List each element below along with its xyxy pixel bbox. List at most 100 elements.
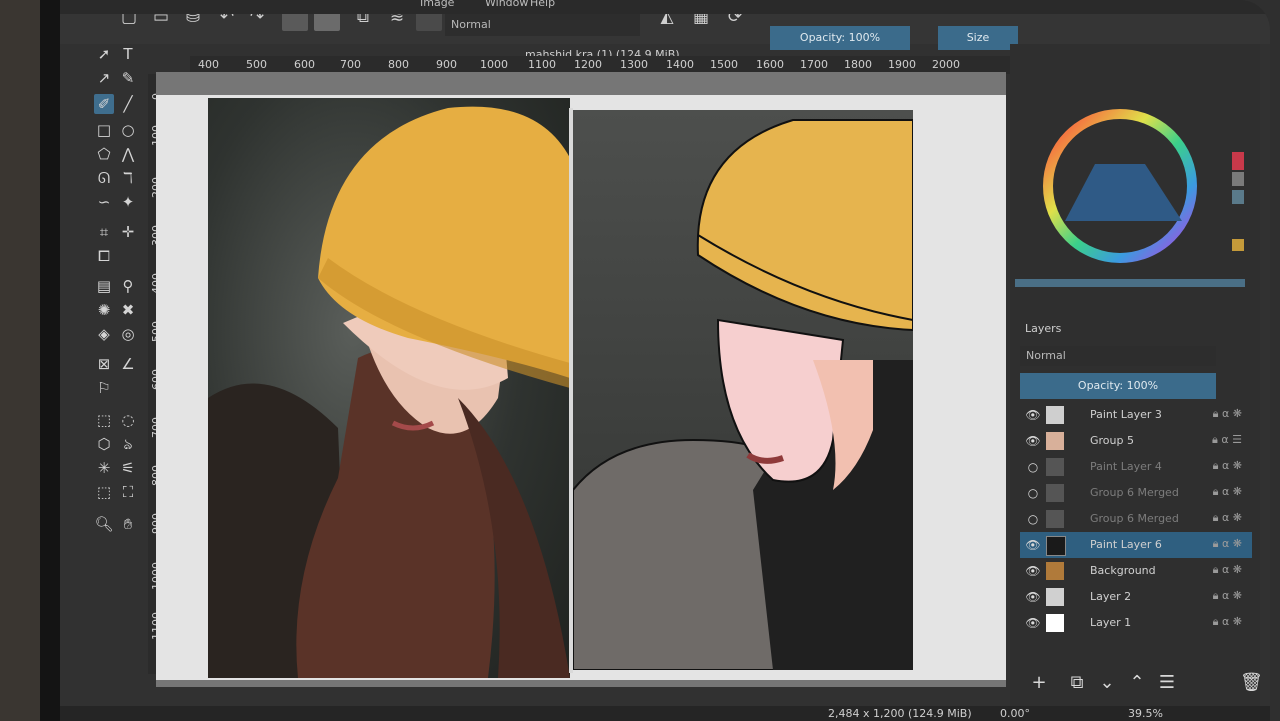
layer-row-selected[interactable]: 👁︎ Paint Layer 6 🔒︎ α ❋ <box>1020 532 1252 558</box>
lock-icon[interactable]: 🔒︎ α ☰ <box>1212 433 1242 447</box>
measure-tool-icon[interactable]: ∠ <box>118 354 138 374</box>
reference-photo <box>208 98 570 678</box>
transform-tool-icon[interactable]: ⧠ <box>94 246 114 266</box>
rectangle-tool-icon[interactable]: □ <box>94 120 114 140</box>
similar-select-icon[interactable]: ⚟ <box>118 458 138 478</box>
select-shapes-icon[interactable]: ➚ <box>94 44 114 64</box>
zoom-tool-icon[interactable]: 🔍︎ <box>94 514 114 534</box>
visibility-eye-icon[interactable]: 👁︎ <box>1025 433 1041 449</box>
move-layer-up-icon[interactable]: ⌃ <box>1126 672 1148 694</box>
rotation-readout[interactable]: 0.00° <box>1000 707 1030 720</box>
lock-icon[interactable]: 🔒︎ α ❋ <box>1213 485 1242 499</box>
blend-mode-select[interactable]: Normal <box>445 14 640 36</box>
edit-shapes-icon[interactable]: ↗ <box>94 68 114 88</box>
layer-properties-icon[interactable]: ☰ <box>1156 672 1178 694</box>
visibility-eye-icon[interactable]: 👁︎ <box>1025 589 1041 605</box>
visibility-eye-icon[interactable]: 👁︎ <box>1025 615 1041 631</box>
fill-bucket-icon[interactable]: ◈ <box>94 324 114 344</box>
layer-row[interactable]: 👁︎ Layer 2 🔒︎ α ❋ <box>1020 584 1252 610</box>
visibility-eye-icon[interactable]: 👁︎ <box>1025 407 1041 423</box>
bezier-select-icon[interactable]: ⬚ <box>94 482 114 502</box>
contiguous-select-icon[interactable]: ✳ <box>94 458 114 478</box>
lock-icon[interactable]: 🔒︎ α ❋ <box>1213 615 1242 629</box>
layer-name: Group 5 <box>1090 434 1134 447</box>
assistant-tool-icon[interactable]: ⊠ <box>94 354 114 374</box>
colorize-mask-icon[interactable]: ✺ <box>94 300 114 320</box>
hidden-eye-icon[interactable]: ○ <box>1025 459 1041 475</box>
lock-icon[interactable]: 🔒︎ α ❋ <box>1213 589 1242 603</box>
menu-help[interactable]: Help <box>530 0 555 9</box>
calligraphy-icon[interactable]: ✎ <box>118 68 138 88</box>
ruler-tick: 1300 <box>620 58 648 71</box>
freehand-select-icon[interactable]: ঌ <box>118 434 138 454</box>
layer-row[interactable]: ○ Paint Layer 4 🔒︎ α ❋ <box>1020 454 1252 480</box>
line-tool-icon[interactable]: ╱ <box>118 94 138 114</box>
polygon-select-icon[interactable]: ⬡ <box>94 434 114 454</box>
multibrush-icon[interactable]: ✦ <box>118 192 138 212</box>
rect-select-icon[interactable]: ⬚ <box>94 410 114 430</box>
smart-patch-icon[interactable]: ✖ <box>118 300 138 320</box>
hidden-eye-icon[interactable]: ○ <box>1025 485 1041 501</box>
bezier-tool-icon[interactable]: ᘏ <box>94 168 114 188</box>
opacity-slider[interactable]: Opacity: 100% <box>770 26 910 50</box>
layer-row[interactable]: 👁︎ Background 🔒︎ α ❋ <box>1020 558 1252 584</box>
ruler-tick: 600 <box>294 58 315 71</box>
ellipse-tool-icon[interactable]: ○ <box>118 120 138 140</box>
lock-icon[interactable]: 🔒︎ α ❋ <box>1213 407 1242 421</box>
vector-artwork <box>573 110 913 670</box>
zoom-level[interactable]: 39.5% <box>1128 707 1163 720</box>
enclose-fill-icon[interactable]: ◎ <box>118 324 138 344</box>
freehand-path-icon[interactable]: ℸ <box>118 168 138 188</box>
status-bar: 2,484 x 1,200 (124.9 MiB) 0.00° 39.5% <box>60 706 1270 721</box>
layer-row[interactable]: 👁︎ Layer 1 🔒︎ α ❋ <box>1020 610 1252 636</box>
visibility-eye-icon[interactable]: 👁︎ <box>1025 563 1041 579</box>
color-picker-icon[interactable]: ⚲ <box>118 276 138 296</box>
hidden-eye-icon[interactable]: ○ <box>1025 511 1041 527</box>
magnetic-select-icon[interactable]: ⛶ <box>118 482 138 502</box>
move-tool-icon[interactable]: ✛ <box>118 222 138 242</box>
layer-opacity-slider[interactable]: Opacity: 100% <box>1020 373 1216 399</box>
layer-blend-select[interactable]: Normal <box>1020 346 1216 366</box>
layer-row[interactable]: 👁︎ Group 5 🔒︎ α ☰ <box>1020 428 1252 454</box>
lock-icon[interactable]: 🔒︎ α ❋ <box>1213 511 1242 525</box>
layer-thumbnail <box>1046 588 1064 606</box>
photo-illustration <box>208 106 570 678</box>
ruler-tick: 1500 <box>710 58 738 71</box>
freehand-brush-icon[interactable]: ✐ <box>94 94 114 114</box>
delete-layer-icon[interactable]: 🗑︎ <box>1240 672 1263 694</box>
menu-window[interactable]: Window <box>485 0 528 9</box>
layer-thumbnail <box>1046 432 1064 450</box>
lock-icon[interactable]: 🔒︎ α ❋ <box>1213 537 1242 551</box>
layer-row[interactable]: ○ Group 6 Merged 🔒︎ α ❋ <box>1020 480 1252 506</box>
lock-icon[interactable]: 🔒︎ α ❋ <box>1213 563 1242 577</box>
layer-row[interactable]: ○ Group 6 Merged 🔒︎ α ❋ <box>1020 506 1252 532</box>
polyline-tool-icon[interactable]: ⋀ <box>118 144 138 164</box>
duplicate-layer-icon[interactable]: ⧉ <box>1066 672 1088 694</box>
pan-tool-icon[interactable]: ✋︎ <box>118 514 138 534</box>
menu-bar: Image Window Help <box>60 0 1270 14</box>
move-layer-down-icon[interactable]: ⌄ <box>1096 672 1118 694</box>
ellipse-select-icon[interactable]: ◌ <box>118 410 138 430</box>
menu-image[interactable]: Image <box>420 0 454 9</box>
ruler-tick: 900 <box>436 58 457 71</box>
reference-tool-icon[interactable]: ⚐ <box>94 378 114 398</box>
color-selector[interactable] <box>1010 44 1260 294</box>
add-layer-icon[interactable]: + <box>1028 672 1050 694</box>
size-slider[interactable]: Size <box>938 26 1018 50</box>
lock-icon[interactable]: 🔒︎ α ❋ <box>1213 459 1242 473</box>
layers-docker-title: Layers <box>1025 322 1062 335</box>
layer-thumbnail <box>1046 406 1064 424</box>
layer-row[interactable]: 👁︎ Paint Layer 3 🔒︎ α ❋ <box>1020 402 1252 428</box>
polygon-tool-icon[interactable]: ⬠ <box>94 144 114 164</box>
crop-tool-icon[interactable]: ⌗ <box>94 222 114 242</box>
gradient-tool-icon[interactable]: ▤ <box>94 276 114 296</box>
layer-thumbnail <box>1046 562 1064 580</box>
layer-thumbnail <box>1046 484 1064 502</box>
text-tool-icon[interactable]: T <box>118 44 138 64</box>
ruler-tick: 700 <box>340 58 361 71</box>
krita-window: ▢ ▭ ⛁ ↶ ↷ ⧉ ≋ Normal ◭ ▦ ⟳ Opacity: 100%… <box>60 0 1270 721</box>
dynamic-brush-icon[interactable]: ∽ <box>94 192 114 212</box>
ruler-tick: 1800 <box>844 58 872 71</box>
visibility-eye-icon[interactable]: 👁︎ <box>1025 537 1041 553</box>
layer-thumbnail <box>1046 536 1066 556</box>
